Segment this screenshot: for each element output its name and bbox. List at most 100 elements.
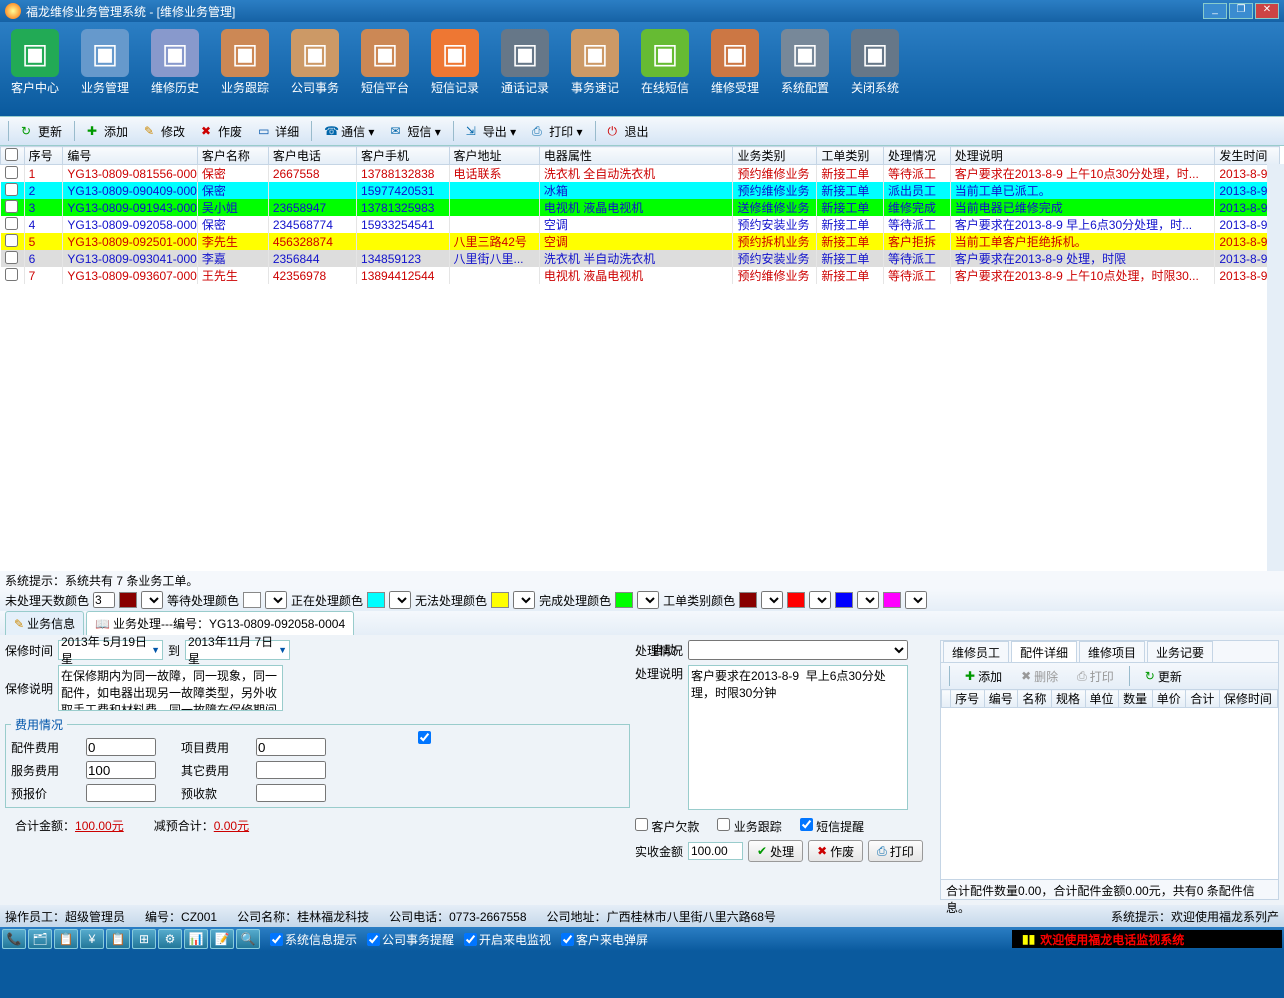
popup-check[interactable]: 客户来电弹屏: [561, 931, 648, 948]
col-header[interactable]: 工单类别: [817, 147, 884, 165]
col-header[interactable]: 客户电话: [268, 147, 356, 165]
color-cat1[interactable]: [739, 592, 757, 608]
col-header[interactable]: 电器属性: [539, 147, 733, 165]
row-checkbox[interactable]: [5, 200, 18, 213]
color-fail[interactable]: [491, 592, 509, 608]
row-checkbox[interactable]: [5, 234, 18, 247]
sub-col-header[interactable]: 编号: [984, 690, 1018, 708]
col-header[interactable]: 处理说明: [950, 147, 1215, 165]
table-row[interactable]: 4YG13-0809-092058-0004保密2345687741593325…: [1, 216, 1280, 233]
void-button[interactable]: ✖作废: [194, 120, 249, 142]
days-input[interactable]: [93, 592, 115, 608]
sub-col-header[interactable]: 序号: [951, 690, 985, 708]
color-wait-select[interactable]: [265, 591, 287, 609]
quote-input[interactable]: [86, 784, 156, 802]
color-days[interactable]: [119, 592, 137, 608]
task-icon-3[interactable]: 📋: [54, 929, 78, 949]
ribbon-12[interactable]: ▣关闭系统: [840, 27, 910, 111]
tab-business-process[interactable]: 📖业务处理---编号：YG13-0809-092058-0004: [86, 611, 354, 635]
actual-input[interactable]: [688, 842, 743, 860]
task-icon-6[interactable]: ⊞: [132, 929, 156, 949]
col-header[interactable]: [1, 147, 25, 165]
table-row[interactable]: 2YG13-0809-090409-0002保密15977420531冰箱预约维…: [1, 182, 1280, 199]
color-fail-select[interactable]: [513, 591, 535, 609]
proj-fee-input[interactable]: [256, 738, 326, 756]
color-cat2[interactable]: [787, 592, 805, 608]
status-select[interactable]: [688, 640, 908, 660]
parts-fee-input[interactable]: [86, 738, 156, 756]
deposit-input[interactable]: [256, 784, 326, 802]
warranty-end-date[interactable]: 2013年11月 7日星▼: [185, 640, 290, 660]
sub-col-header[interactable]: 规格: [1051, 690, 1085, 708]
debt-check-wrap[interactable]: 客户欠款: [635, 818, 699, 835]
sub-tab-1[interactable]: 配件详细: [1011, 641, 1077, 662]
col-header[interactable]: 发生时间: [1215, 147, 1280, 165]
warranty-start-date[interactable]: 2013年 5月19日星▼: [58, 640, 163, 660]
proc-desc-textarea[interactable]: 客户要求在2013-8-9 早上6点30分处理，时限30分钟: [688, 665, 908, 810]
table-row[interactable]: 1YG13-0809-081556-0001保密2667558137881328…: [1, 165, 1280, 183]
sub-add-button[interactable]: ✚添加: [958, 665, 1009, 687]
minimize-button[interactable]: _: [1203, 3, 1227, 19]
sub-col-header[interactable]: 名称: [1018, 690, 1052, 708]
color-cat1-sel[interactable]: [761, 591, 783, 609]
table-row[interactable]: 3YG13-0809-091943-0003吴小姐236589471378132…: [1, 199, 1280, 216]
row-checkbox[interactable]: [5, 251, 18, 264]
row-checkbox[interactable]: [5, 166, 18, 179]
color-proc[interactable]: [367, 592, 385, 608]
sub-col-header[interactable]: 保修时间: [1219, 690, 1277, 708]
process-button[interactable]: ✔处理: [748, 840, 803, 862]
task-icon-8[interactable]: 📊: [184, 929, 208, 949]
exit-button[interactable]: ⏻退出: [601, 120, 656, 142]
ribbon-6[interactable]: ▣短信记录: [420, 27, 490, 111]
sub-tab-0[interactable]: 维修员工: [943, 641, 1009, 662]
table-row[interactable]: 5YG13-0809-092501-0005李先生456328874八里三路42…: [1, 233, 1280, 250]
task-icon-1[interactable]: 📞: [2, 929, 26, 949]
refresh-button[interactable]: ↻更新: [14, 120, 69, 142]
table-row[interactable]: 7YG13-0809-093607-0007王先生423569781389441…: [1, 267, 1280, 284]
color-cat3[interactable]: [835, 592, 853, 608]
col-header[interactable]: 序号: [24, 147, 63, 165]
void-button2[interactable]: ✖作废: [808, 840, 863, 862]
debt-checkbox[interactable]: [635, 818, 648, 831]
comm-dropdown[interactable]: ☎通信 ▾: [317, 120, 381, 142]
row-checkbox[interactable]: [5, 183, 18, 196]
color-days-select[interactable]: [141, 591, 163, 609]
sub-col-header[interactable]: 单价: [1152, 690, 1186, 708]
color-done-select[interactable]: [637, 591, 659, 609]
ribbon-2[interactable]: ▣维修历史: [140, 27, 210, 111]
ribbon-7[interactable]: ▣通话记录: [490, 27, 560, 111]
add-button[interactable]: ✚添加: [80, 120, 135, 142]
track-checkbox[interactable]: [717, 818, 730, 831]
sub-tab-2[interactable]: 维修项目: [1079, 641, 1145, 662]
sys-info-check[interactable]: 系统信息提示: [270, 931, 357, 948]
ribbon-10[interactable]: ▣维修受理: [700, 27, 770, 111]
task-icon-2[interactable]: 🗂: [28, 929, 52, 949]
ribbon-5[interactable]: ▣短信平台: [350, 27, 420, 111]
color-proc-select[interactable]: [389, 591, 411, 609]
data-grid[interactable]: 序号编号客户名称客户电话客户手机客户地址电器属性业务类别工单类别处理情况处理说明…: [0, 146, 1280, 284]
print-dropdown[interactable]: ⎙打印 ▾: [525, 120, 589, 142]
col-header[interactable]: 客户地址: [449, 147, 539, 165]
ribbon-3[interactable]: ▣业务跟踪: [210, 27, 280, 111]
task-icon-5[interactable]: 📋: [106, 929, 130, 949]
sub-col-header[interactable]: 数量: [1119, 690, 1153, 708]
track-check-wrap[interactable]: 业务跟踪: [717, 818, 781, 835]
detail-button[interactable]: ▭详细: [251, 120, 306, 142]
color-done[interactable]: [615, 592, 633, 608]
tab-business-info[interactable]: ✎业务信息: [5, 611, 84, 635]
close-button[interactable]: ✕: [1255, 3, 1279, 19]
print-button2[interactable]: ⎙打印: [868, 840, 923, 862]
warranty-desc-textarea[interactable]: 在保修期内为同一故障，同一现象，同一配件，如电器出现另一故障类型，另外收取手工费…: [58, 665, 283, 711]
sub-print-button[interactable]: ⎙打印: [1070, 665, 1121, 687]
col-header[interactable]: 处理情况: [884, 147, 951, 165]
ribbon-8[interactable]: ▣事务速记: [560, 27, 630, 111]
col-header[interactable]: 客户手机: [357, 147, 450, 165]
ribbon-9[interactable]: ▣在线短信: [630, 27, 700, 111]
sms-dropdown[interactable]: ✉短信 ▾: [383, 120, 447, 142]
color-cat4[interactable]: [883, 592, 901, 608]
sub-col-header[interactable]: 单位: [1085, 690, 1119, 708]
ribbon-0[interactable]: ▣客户中心: [0, 27, 70, 111]
export-dropdown[interactable]: ⇲导出 ▾: [459, 120, 523, 142]
col-header[interactable]: 编号: [63, 147, 197, 165]
sub-tab-3[interactable]: 业务记要: [1147, 641, 1213, 662]
